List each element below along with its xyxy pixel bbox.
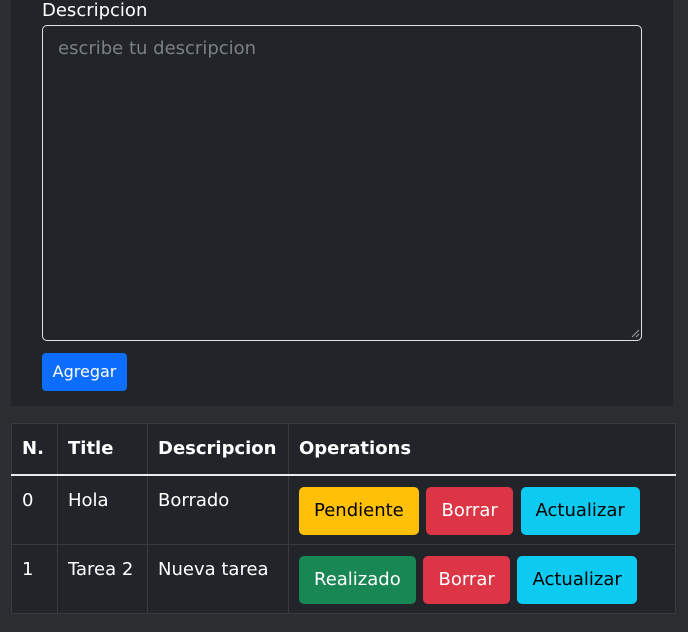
update-button[interactable]: Actualizar (517, 555, 637, 604)
table-row: 1 Tarea 2 Nueva tarea Realizado Borrar A… (11, 543, 676, 614)
add-button[interactable]: Agregar (42, 353, 127, 391)
status-done-button[interactable]: Realizado (299, 555, 416, 604)
status-pending-button[interactable]: Pendiente (299, 487, 419, 535)
row-number: 0 (11, 474, 58, 545)
header-title: Title (57, 423, 148, 476)
tasks-table-container: N. Title Descripcion Operations 0 Hola B… (11, 423, 676, 614)
row-operations: Pendiente Borrar Actualizar (288, 474, 676, 545)
row-description: Nueva tarea (147, 543, 289, 614)
row-title: Hola (57, 474, 148, 545)
table-row: 0 Hola Borrado Pendiente Borrar Actualiz… (11, 474, 676, 545)
page: Descripcion Agregar N. Title Descripcion… (0, 0, 688, 632)
row-number: 1 (11, 543, 58, 614)
update-button[interactable]: Actualizar (520, 487, 640, 535)
task-form: Descripcion Agregar (11, 0, 673, 406)
row-operations: Realizado Borrar Actualizar (288, 543, 676, 614)
header-description: Descripcion (147, 423, 289, 476)
delete-button[interactable]: Borrar (426, 487, 513, 535)
row-title: Tarea 2 (57, 543, 148, 614)
row-description: Borrado (147, 474, 289, 545)
description-label: Descripcion (42, 0, 148, 21)
table-header-row: N. Title Descripcion Operations (11, 423, 676, 476)
description-textarea[interactable] (42, 25, 642, 341)
delete-button[interactable]: Borrar (423, 555, 510, 604)
header-number: N. (11, 423, 58, 476)
tasks-table: N. Title Descripcion Operations 0 Hola B… (11, 423, 676, 614)
header-operations: Operations (288, 423, 676, 476)
